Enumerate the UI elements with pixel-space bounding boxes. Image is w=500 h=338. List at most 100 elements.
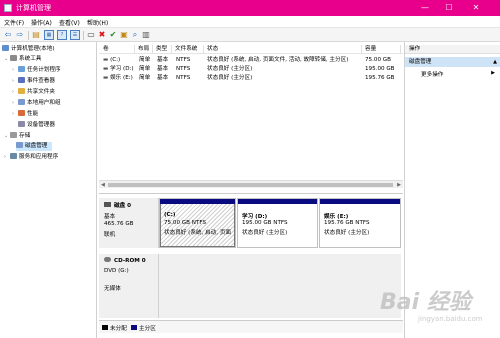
back-icon[interactable]: ⇦ <box>3 30 13 40</box>
partition-size: 195.00 GB NTFS <box>242 220 288 226</box>
event-viewer-icon <box>18 77 25 83</box>
disk-icon <box>104 202 111 207</box>
menu-action[interactable]: 操作(A) <box>31 18 52 27</box>
layout-cell: 简单 <box>139 57 151 63</box>
status-cell: 状态良好 (系统, 启动, 页面文件, 活动, 故障转储, 主分区) <box>207 57 349 63</box>
primary-swatch <box>131 325 137 330</box>
column-header-capacity[interactable]: 容量 <box>363 45 401 54</box>
layout-cell: 简单 <box>139 66 151 72</box>
cdrom-label[interactable]: CD-ROM 0 DVD (G:) 无媒体 <box>99 254 159 318</box>
services-icon <box>10 153 17 159</box>
cdrom-media: 无媒体 <box>104 286 121 292</box>
users-icon <box>18 99 25 105</box>
open-icon[interactable]: ▣ <box>119 30 129 40</box>
title-bar: 计算机管理 — ☐ ✕ <box>0 0 500 16</box>
capacity-cell: 75.00 GB <box>365 57 391 63</box>
scrollbar-thumb[interactable] <box>108 183 393 187</box>
tree-root[interactable]: 计算机管理(本地) <box>2 45 55 54</box>
chevron-right-icon[interactable]: ▶ <box>491 70 495 76</box>
partition-status: 状态良好 (主分区) <box>324 230 370 236</box>
type-cell: 基本 <box>157 75 169 81</box>
help-icon[interactable]: ? <box>57 30 67 40</box>
tree-device-manager[interactable]: 设备管理器 <box>18 121 55 130</box>
disk0-size: 465.76 GB <box>104 221 134 227</box>
partition-name: 娱乐 (E:) <box>324 214 349 220</box>
partition-name: 学习 (D:) <box>242 214 268 220</box>
properties-icon[interactable]: ▦ <box>44 30 54 40</box>
clock-icon <box>18 66 25 72</box>
tree-local-users[interactable]: › 本地用户和组 <box>12 99 61 108</box>
partition-bar <box>160 199 235 204</box>
window-title: 计算机管理 <box>16 4 51 12</box>
close-button[interactable]: ✕ <box>464 2 488 14</box>
watermark-url: jingyan.baidu.com <box>418 315 483 323</box>
partition-bar <box>320 199 400 204</box>
check-icon[interactable]: ✔ <box>108 30 118 40</box>
chevron-up-icon[interactable]: ▲ <box>493 57 497 67</box>
more-actions-link[interactable]: 更多操作 <box>421 70 443 78</box>
disk0-label[interactable]: 磁盘 0 基本 465.76 GB 联机 <box>99 198 159 248</box>
unallocated-swatch <box>102 325 108 330</box>
forward-icon[interactable]: ⇨ <box>15 30 25 40</box>
capacity-cell: 195.76 GB <box>365 75 395 81</box>
tree-disk-management[interactable]: 磁盘管理 <box>16 142 52 151</box>
scroll-right-icon[interactable]: ▶ <box>397 181 401 189</box>
delete-icon[interactable]: ✖ <box>97 30 107 40</box>
tree-task-scheduler[interactable]: › 任务计划程序 <box>12 66 61 75</box>
volume-cell: ▬ 学习 (D:) <box>103 66 134 72</box>
view-icon[interactable]: ▥ <box>141 30 151 40</box>
actions-section-disk-management[interactable]: 磁盘管理 ▲ <box>405 57 500 67</box>
column-header-layout[interactable]: 布局 <box>136 45 153 54</box>
navigation-tree: 计算机管理(本地) ⌄ 系统工具 › 任务计划程序 › 事件查看器 › 共享文件夹 › 本… <box>0 42 97 338</box>
partition-d[interactable]: 学习 (D:) 195.00 GB NTFS 状态良好 (主分区) <box>237 198 318 248</box>
horizontal-scrollbar[interactable]: ◀ ▶ <box>99 180 403 188</box>
volume-list: 卷 布局 类型 文件系统 状态 容量 ▬ (C:) 简单 基本 NTFS 状态良… <box>99 42 403 177</box>
actions-header: 操作 <box>405 45 500 54</box>
menu-help[interactable]: 帮助(H) <box>87 18 108 27</box>
tree-shared-folders[interactable]: › 共享文件夹 <box>12 88 55 97</box>
list-icon[interactable]: ☰ <box>70 30 80 40</box>
status-cell: 状态良好 (主分区) <box>207 75 253 81</box>
legend-primary: 主分区 <box>139 326 156 332</box>
partition-name: (C:) <box>164 212 176 218</box>
disk-icon <box>16 142 23 148</box>
partition-e[interactable]: 娱乐 (E:) 195.76 GB NTFS 状态良好 (主分区) <box>319 198 401 248</box>
tools-icon <box>10 55 17 61</box>
partition-status: 状态良好 (系统, 启动, 页面 <box>164 230 232 236</box>
cdrom-drive: DVD (G:) <box>104 268 129 274</box>
column-header-type[interactable]: 类型 <box>154 45 172 54</box>
filesystem-cell: NTFS <box>176 75 191 81</box>
device-manager-icon <box>18 121 25 127</box>
search-icon[interactable]: ⌕ <box>130 30 140 40</box>
tree-event-viewer[interactable]: › 事件查看器 <box>12 77 55 86</box>
volume-cell: ▬ 娱乐 (E:) <box>103 75 133 81</box>
folder-icon <box>18 88 25 94</box>
tree-performance[interactable]: › 性能 <box>12 110 38 119</box>
connect-icon[interactable]: ▭ <box>86 30 96 40</box>
cdrom-empty-area <box>159 254 401 318</box>
partition-c[interactable]: (C:) 75.00 GB NTFS 状态良好 (系统, 启动, 页面 <box>159 198 236 248</box>
column-header-filesystem[interactable]: 文件系统 <box>173 45 204 54</box>
computer-icon <box>2 45 9 51</box>
partition-size: 195.76 GB NTFS <box>324 220 370 226</box>
watermark: Bai 经验 jingyan.baidu.com <box>380 284 495 332</box>
menu-file[interactable]: 文件(F) <box>4 18 24 27</box>
status-cell: 状态良好 (主分区) <box>207 66 253 72</box>
tree-system-tools[interactable]: ⌄ 系统工具 <box>4 55 41 64</box>
cdrom-icon <box>104 257 111 262</box>
filesystem-cell: NTFS <box>176 66 191 72</box>
tree-services-apps[interactable]: › 服务和应用程序 <box>4 153 58 162</box>
tree-storage[interactable]: ⌄ 存储 <box>4 132 30 141</box>
column-header-volume[interactable]: 卷 <box>101 45 135 54</box>
disk-map: 磁盘 0 基本 465.76 GB 联机 (C:) 75.00 GB NTFS … <box>99 193 403 320</box>
computer-management-icon <box>4 4 12 12</box>
menu-view[interactable]: 查看(V) <box>59 18 80 27</box>
folder-up-icon[interactable]: ▤ <box>31 30 41 40</box>
partition-bar <box>238 199 317 204</box>
scroll-left-icon[interactable]: ◀ <box>101 181 105 189</box>
performance-icon <box>18 110 25 116</box>
minimize-button[interactable]: — <box>416 2 434 14</box>
capacity-cell: 195.00 GB <box>365 66 395 72</box>
maximize-button[interactable]: ☐ <box>440 2 458 14</box>
column-header-status[interactable]: 状态 <box>205 45 362 54</box>
